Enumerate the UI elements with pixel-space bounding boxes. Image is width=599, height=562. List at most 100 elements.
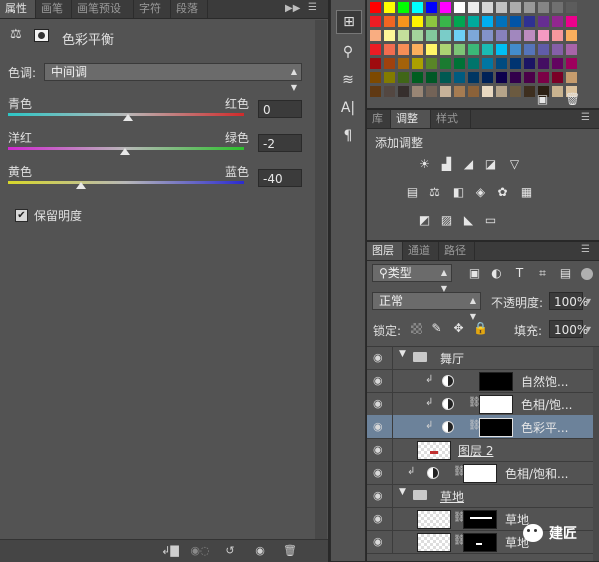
color-swatch[interactable]: [496, 2, 507, 13]
color-swatch[interactable]: [384, 86, 395, 97]
color-swatch[interactable]: [510, 86, 521, 97]
layer-row[interactable]: ◉ 图层 2: [367, 438, 593, 462]
color-swatch[interactable]: [370, 58, 381, 69]
blend-mode-select[interactable]: 正常 ▲ ▼: [372, 292, 481, 321]
layer-mask-thumbnail[interactable]: [479, 395, 513, 414]
tab-paths[interactable]: 路径: [439, 242, 475, 260]
adjustments-menu-icon[interactable]: ☰: [581, 112, 590, 123]
color-swatch[interactable]: [468, 2, 479, 13]
color-swatch[interactable]: [524, 16, 535, 27]
color-swatch[interactable]: [552, 58, 563, 69]
disclosure-icon[interactable]: ▼: [399, 349, 406, 359]
layer-mask-thumbnail[interactable]: [463, 533, 497, 552]
delete-swatch-icon[interactable]: 🗑: [565, 93, 580, 106]
color-swatch[interactable]: [538, 16, 549, 27]
layers-scrollbar[interactable]: [593, 347, 599, 561]
tab-properties[interactable]: 属性: [0, 0, 36, 18]
color-swatch[interactable]: [524, 30, 535, 41]
magenta-green-thumb[interactable]: [120, 148, 130, 155]
color-swatch[interactable]: [398, 16, 409, 27]
tab-channels[interactable]: 通道: [403, 242, 439, 260]
disclosure-icon[interactable]: ▼: [399, 487, 406, 497]
color-swatch[interactable]: [398, 30, 409, 41]
color-swatch[interactable]: [510, 58, 521, 69]
color-swatch[interactable]: [482, 58, 493, 69]
color-swatch[interactable]: [552, 30, 563, 41]
lock-brush-icon[interactable]: ✎: [429, 322, 444, 335]
color-swatch[interactable]: [370, 86, 381, 97]
color-swatch[interactable]: [482, 72, 493, 83]
color-swatch[interactable]: [412, 2, 423, 13]
opacity-value[interactable]: 100%: [549, 292, 588, 310]
tab-character[interactable]: 字符: [134, 0, 171, 18]
color-swatch[interactable]: [454, 44, 465, 55]
color-swatch[interactable]: [370, 16, 381, 27]
color-swatch[interactable]: [454, 86, 465, 97]
clip-to-layer-icon[interactable]: ↲▇: [158, 543, 182, 559]
color-swatch[interactable]: [440, 2, 451, 13]
layer-thumbnail[interactable]: [417, 533, 451, 552]
layer-mask-thumbnail[interactable]: [463, 510, 497, 529]
color-swatch[interactable]: [440, 44, 451, 55]
brightness-contrast-icon[interactable]: ☀: [417, 158, 432, 171]
color-swatch[interactable]: [468, 86, 479, 97]
posterize-icon[interactable]: ▨: [439, 214, 454, 227]
lock-transparent-icon[interactable]: [411, 323, 422, 334]
color-swatch[interactable]: [566, 72, 577, 83]
color-swatch[interactable]: [482, 2, 493, 13]
color-swatch[interactable]: [538, 58, 549, 69]
color-swatch[interactable]: [370, 30, 381, 41]
visibility-toggle[interactable]: ◉: [367, 484, 393, 507]
layer-mask-thumbnail[interactable]: [463, 464, 497, 483]
color-swatch[interactable]: [566, 58, 577, 69]
levels-icon[interactable]: ▟: [439, 158, 454, 171]
color-swatch[interactable]: [552, 44, 563, 55]
filter-pixel-icon[interactable]: ▣: [467, 267, 482, 280]
color-swatch[interactable]: [482, 44, 493, 55]
color-swatch[interactable]: [412, 44, 423, 55]
color-swatch[interactable]: [552, 86, 563, 97]
color-swatch[interactable]: [426, 44, 437, 55]
color-swatch[interactable]: [440, 86, 451, 97]
color-swatch[interactable]: [454, 58, 465, 69]
reset-icon[interactable]: ↺: [218, 543, 242, 559]
color-swatch[interactable]: [552, 2, 563, 13]
color-swatch[interactable]: [482, 30, 493, 41]
color-swatch[interactable]: [398, 2, 409, 13]
cyan-red-thumb[interactable]: [123, 114, 133, 121]
color-swatch[interactable]: [412, 58, 423, 69]
color-swatch[interactable]: [426, 16, 437, 27]
color-swatch[interactable]: [426, 72, 437, 83]
black-white-icon[interactable]: ◧: [451, 186, 466, 199]
magenta-green-value[interactable]: -2: [258, 134, 302, 152]
visibility-toggle[interactable]: ◉: [367, 392, 393, 415]
color-swatch[interactable]: [566, 2, 577, 13]
color-swatch[interactable]: [538, 2, 549, 13]
color-swatch[interactable]: [552, 16, 563, 27]
color-swatch[interactable]: [524, 58, 535, 69]
color-swatch[interactable]: [510, 16, 521, 27]
color-swatch[interactable]: [412, 86, 423, 97]
curves-icon[interactable]: ◢: [461, 158, 476, 171]
yellow-blue-thumb[interactable]: [76, 182, 86, 189]
color-swatch[interactable]: [510, 72, 521, 83]
tab-layers[interactable]: 图层: [367, 242, 403, 260]
color-swatch[interactable]: [440, 72, 451, 83]
color-swatch[interactable]: [510, 30, 521, 41]
color-swatch[interactable]: [496, 16, 507, 27]
tone-select[interactable]: 中间调 ▲ ▼: [44, 63, 302, 92]
photo-filter-icon[interactable]: ◈: [473, 186, 488, 199]
opacity-dropdown-icon[interactable]: ▾: [586, 296, 591, 307]
color-swatch[interactable]: [524, 2, 535, 13]
layer-filter-select[interactable]: ⚲类型 ▲ ▼: [372, 264, 452, 293]
color-swatch[interactable]: [496, 30, 507, 41]
brush-presets-icon[interactable]: ≋: [336, 69, 360, 91]
color-swatch[interactable]: [454, 30, 465, 41]
color-swatch[interactable]: [496, 44, 507, 55]
fill-dropdown-icon[interactable]: ▾: [586, 324, 591, 335]
lock-all-icon[interactable]: 🔒: [473, 322, 488, 335]
cyan-red-value[interactable]: 0: [258, 100, 302, 118]
channel-mixer-icon[interactable]: ✿: [495, 186, 510, 199]
color-swatch[interactable]: [440, 30, 451, 41]
color-swatch[interactable]: [468, 16, 479, 27]
